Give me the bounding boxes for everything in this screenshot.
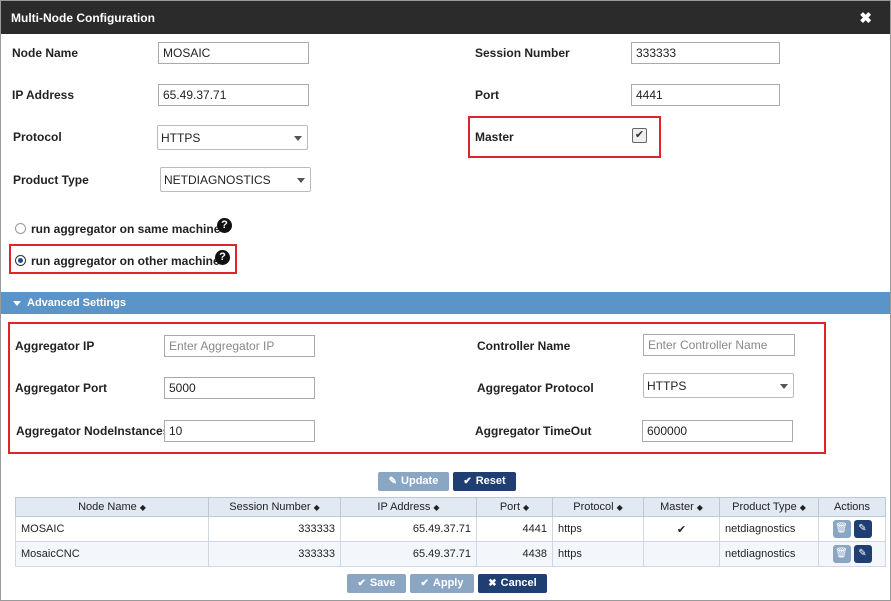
column-header: Actions [818,497,886,517]
table-row[interactable]: MosaicCNC 333333 65.49.37.71 4438 https … [15,541,886,567]
cell-protocol: https [552,516,644,542]
cancel-button[interactable]: ✖ Cancel [478,574,547,593]
close-icon: ✖ [488,578,497,589]
aggregator-timeout-input[interactable] [642,420,793,442]
reset-button-label: Reset [475,475,506,487]
check-icon: ✔ [463,476,472,487]
dialog-titlebar: Multi-Node Configuration ✖ [1,1,890,34]
save-button[interactable]: ✔ Save [347,574,406,593]
product-type-select-value: NETDIAGNOSTICS [164,173,271,187]
aggregator-protocol-label: Aggregator Protocol [477,381,594,395]
table-header-row: Node Name ◆ Session Number ◆ IP Address ◆ P… [15,497,886,517]
session-number-input[interactable] [631,42,780,64]
column-header[interactable]: Protocol ◆ [552,497,644,517]
advanced-settings-title: Advanced Settings [27,297,127,309]
protocol-select[interactable]: HTTPS [157,125,308,150]
cell-node-name: MOSAIC [15,516,209,542]
port-label: Port [475,88,499,102]
pencil-icon[interactable]: ✎ [853,545,872,563]
trash-icon[interactable]: 🗑 [832,545,851,563]
aggregator-port-label: Aggregator Port [15,381,108,395]
cell-session-number: 333333 [208,541,341,567]
node-name-input[interactable] [158,42,309,64]
sort-icon: ◆ [616,503,623,512]
node-name-label: Node Name [12,46,79,60]
cell-actions: 🗑 ✎ [818,516,886,542]
chevron-down-icon [780,384,788,389]
update-button-label: Update [401,475,439,487]
column-header[interactable]: Product Type ◆ [719,497,819,517]
sort-icon: ◆ [433,503,440,512]
cell-session-number: 333333 [208,516,341,542]
column-header[interactable]: Node Name ◆ [15,497,209,517]
protocol-select-value: HTTPS [161,131,201,145]
close-icon[interactable]: ✖ [859,9,872,27]
aggregator-nodeinstances-input[interactable] [164,420,315,442]
radio-same-machine[interactable] [15,223,26,234]
ip-address-label: IP Address [12,88,75,102]
apply-button[interactable]: ✔ Apply [410,574,474,593]
radio-same-machine-label[interactable]: run aggregator on same machine [31,222,220,236]
pencil-icon[interactable]: ✎ [853,520,872,538]
cell-actions: 🗑 ✎ [818,541,886,567]
aggregator-ip-label: Aggregator IP [15,339,95,353]
aggregator-nodeinstances-label: Aggregator NodeInstances [16,424,170,438]
cell-port: 4441 [476,516,553,542]
column-header[interactable]: Session Number ◆ [208,497,341,517]
trash-icon[interactable]: 🗑 [832,520,851,538]
master-checkbox[interactable]: ✔ [632,128,647,143]
update-button[interactable]: ✎ Update [378,472,449,491]
cell-protocol: https [552,541,644,567]
pencil-icon: ✎ [388,476,398,487]
reset-button[interactable]: ✔ Reset [453,472,516,491]
controller-name-input[interactable] [643,334,795,356]
sort-icon: ◆ [523,503,530,512]
radio-other-machine[interactable] [15,255,26,266]
column-header[interactable]: Port ◆ [476,497,553,517]
check-icon: ✔ [357,578,366,589]
check-icon: ✔ [420,578,429,589]
help-icon[interactable]: ? [215,250,230,265]
radio-other-machine-label[interactable]: run aggregator on other machine [31,254,220,268]
cell-node-name: MosaicCNC [15,541,209,567]
chevron-down-icon [297,178,305,183]
caret-down-icon [13,301,21,306]
cell-port: 4438 [476,541,553,567]
aggregator-timeout-label: Aggregator TimeOut [475,424,592,438]
cell-master [643,541,720,567]
protocol-label: Protocol [13,130,62,144]
session-number-label: Session Number [475,46,570,60]
product-type-select[interactable]: NETDIAGNOSTICS [160,167,311,192]
nodes-table: Node Name ◆ Session Number ◆ IP Address ◆ P… [15,497,886,567]
aggregator-ip-input[interactable] [164,335,315,357]
cell-master: ✔ [643,516,720,542]
dialog-title: Multi-Node Configuration [11,11,155,25]
master-label: Master [475,130,514,144]
apply-button-label: Apply [432,577,464,589]
product-type-label: Product Type [13,173,89,187]
chevron-down-icon [294,136,302,141]
sort-icon: ◆ [313,503,320,512]
cell-product-type: netdiagnostics [719,541,819,567]
table-row[interactable]: MOSAIC 333333 65.49.37.71 4441 https ✔ n… [15,516,886,542]
aggregator-protocol-select[interactable]: HTTPS [643,373,794,398]
sort-icon: ◆ [139,503,146,512]
ip-address-input[interactable] [158,84,309,106]
column-header[interactable]: IP Address ◆ [340,497,477,517]
controller-name-label: Controller Name [477,339,571,353]
cancel-button-label: Cancel [500,577,537,589]
column-header[interactable]: Master ◆ [643,497,720,517]
cell-ip-address: 65.49.37.71 [340,541,477,567]
aggregator-port-input[interactable] [164,377,315,399]
save-button-label: Save [369,577,396,589]
port-input[interactable] [631,84,780,106]
aggregator-protocol-select-value: HTTPS [647,379,687,393]
cell-ip-address: 65.49.37.71 [340,516,477,542]
sort-icon: ◆ [799,503,806,512]
sort-icon: ◆ [696,503,703,512]
multi-node-configuration-dialog: Multi-Node Configuration ✖ Node Name Ses… [0,0,891,601]
advanced-settings-header[interactable]: Advanced Settings [1,292,890,314]
help-icon[interactable]: ? [217,218,232,233]
cell-product-type: netdiagnostics [719,516,819,542]
